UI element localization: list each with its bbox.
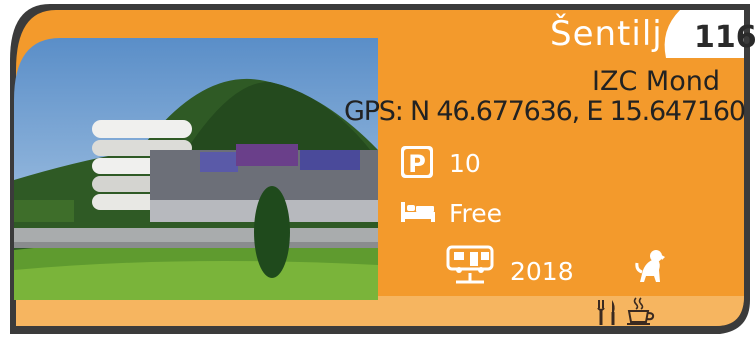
bed-icon bbox=[401, 202, 435, 222]
restaurant-icon bbox=[597, 300, 615, 325]
coffee-cup-icon bbox=[627, 297, 655, 325]
parking-count: 10 bbox=[449, 149, 481, 178]
location-card: Šentilj 116 IZC Mond GPS: N 46.677636, E… bbox=[0, 0, 756, 340]
site-name: IZC Mond bbox=[592, 66, 720, 97]
place-name: Šentilj bbox=[550, 14, 663, 54]
overnight-price: Free bbox=[449, 199, 503, 228]
gps-coordinates: GPS: N 46.677636, E 15.647160 bbox=[344, 96, 746, 127]
year: 2018 bbox=[510, 257, 574, 286]
dog-allowed-icon bbox=[635, 250, 665, 282]
camper-service-icon bbox=[446, 245, 494, 284]
parking-icon: P bbox=[401, 146, 433, 178]
location-number: 116 bbox=[694, 20, 756, 55]
campsite-photo bbox=[14, 38, 378, 300]
svg-text:P: P bbox=[408, 150, 426, 178]
